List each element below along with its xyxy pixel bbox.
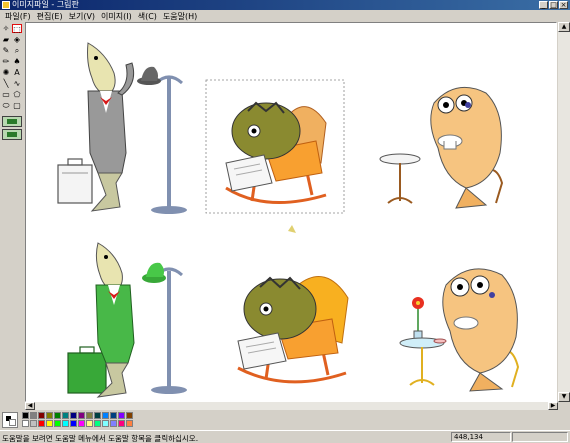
- window-title: 이미지파일 - 그림판: [12, 0, 79, 9]
- text-tool-icon[interactable]: A: [12, 68, 22, 77]
- ellipse-tool-icon[interactable]: ⬭: [1, 101, 11, 110]
- status-bar: 도움말을 보려면 도움말 메뉴에서 도움말 항목을 클릭하십시오. 448,13…: [0, 430, 570, 443]
- menu-bar: 파일(F) 편집(E) 보기(V) 이미지(I) 색(C) 도움말(H): [0, 10, 570, 22]
- window-controls: _ □ ×: [539, 1, 568, 9]
- menu-help[interactable]: 도움말(H): [160, 11, 200, 22]
- menu-file[interactable]: 파일(F): [2, 11, 34, 22]
- rectangle-tool-icon[interactable]: ▭: [1, 90, 11, 99]
- maximize-button[interactable]: □: [549, 1, 558, 9]
- polygon-tool-icon[interactable]: ⬠: [12, 90, 22, 99]
- status-coordinates: 448,134: [451, 432, 511, 442]
- scroll-down-arrow-icon[interactable]: ▼: [558, 392, 570, 402]
- horizontal-scrollbar[interactable]: ◀ ▶: [25, 402, 558, 410]
- tool-option-transparent-on[interactable]: [2, 129, 22, 140]
- pencil-tool-icon[interactable]: ✏: [1, 57, 11, 66]
- palette-swatch[interactable]: [38, 412, 45, 419]
- palette-swatch[interactable]: [70, 412, 77, 419]
- scroll-left-arrow-icon[interactable]: ◀: [25, 402, 35, 410]
- palette-swatch[interactable]: [102, 412, 109, 419]
- toolbox: ✧ ⬚ ▰ ◈ ✎ ⌕ ✏ ♠ ✺ A ╲ ∿ ▭ ⬠ ⬭ ▢: [0, 22, 24, 406]
- coffee-fish-image: [379, 86, 504, 209]
- background-color: [9, 419, 16, 426]
- palette-swatch[interactable]: [22, 412, 29, 419]
- cursor-mark: [288, 225, 296, 233]
- reading-fish-chair-image: [225, 101, 327, 204]
- palette-swatch[interactable]: [126, 412, 133, 419]
- fill-tool-icon[interactable]: ◈: [12, 35, 22, 44]
- palette-swatch[interactable]: [54, 420, 61, 427]
- title-bar: 이미지파일 - 그림판 _ □ ×: [0, 0, 570, 10]
- palette-swatch[interactable]: [110, 420, 117, 427]
- palette-swatch[interactable]: [110, 412, 117, 419]
- palette-swatch[interactable]: [94, 412, 101, 419]
- status-help-text: 도움말을 보려면 도움말 메뉴에서 도움말 항목을 클릭하십시오.: [2, 434, 199, 443]
- palette-swatch[interactable]: [102, 420, 109, 427]
- minimize-button[interactable]: _: [539, 1, 548, 9]
- palette-swatch[interactable]: [78, 412, 85, 419]
- rounded-rect-tool-icon[interactable]: ▢: [12, 101, 22, 110]
- scroll-up-arrow-icon[interactable]: ▲: [558, 22, 570, 32]
- coffee-fish-flower-image: [399, 268, 520, 392]
- vertical-scrollbar[interactable]: ▲ ▼: [558, 22, 570, 402]
- palette-swatch[interactable]: [62, 420, 69, 427]
- palette-swatch[interactable]: [70, 420, 77, 427]
- free-select-tool-icon[interactable]: ✧: [1, 24, 11, 33]
- eraser-tool-icon[interactable]: ▰: [1, 35, 11, 44]
- drawing-canvas[interactable]: [25, 22, 557, 402]
- curve-tool-icon[interactable]: ∿: [12, 79, 22, 88]
- businessman-fish-image: [57, 42, 187, 214]
- rect-select-tool-icon[interactable]: ⬚: [12, 24, 22, 34]
- tool-option-transparent-off[interactable]: [2, 116, 22, 127]
- color-picker-tool-icon[interactable]: ✎: [1, 46, 11, 55]
- palette-swatch[interactable]: [86, 412, 93, 419]
- brush-tool-icon[interactable]: ♠: [12, 57, 22, 66]
- reading-fish-chair-2-image: [237, 276, 349, 384]
- palette-swatch[interactable]: [62, 412, 69, 419]
- palette-swatch[interactable]: [30, 420, 37, 427]
- menu-colors[interactable]: 색(C): [135, 11, 160, 22]
- palette-swatch[interactable]: [126, 420, 133, 427]
- palette-swatch[interactable]: [22, 420, 29, 427]
- palette-swatch[interactable]: [78, 420, 85, 427]
- palette-swatch[interactable]: [30, 412, 37, 419]
- palette-swatch[interactable]: [38, 420, 45, 427]
- status-size: [512, 432, 568, 442]
- palette-swatch[interactable]: [54, 412, 61, 419]
- menu-view[interactable]: 보기(V): [66, 11, 98, 22]
- menu-image[interactable]: 이미지(I): [98, 11, 135, 22]
- scroll-right-arrow-icon[interactable]: ▶: [548, 402, 558, 410]
- line-tool-icon[interactable]: ╲: [1, 79, 11, 88]
- palette-swatch[interactable]: [118, 412, 125, 419]
- airbrush-tool-icon[interactable]: ✺: [1, 68, 11, 77]
- businessman-fish-green-image: [67, 242, 187, 398]
- current-colors-box[interactable]: [2, 412, 18, 428]
- palette-swatch[interactable]: [46, 420, 53, 427]
- menu-edit[interactable]: 편집(E): [34, 11, 66, 22]
- magnifier-tool-icon[interactable]: ⌕: [12, 46, 22, 55]
- palette-swatch[interactable]: [86, 420, 93, 427]
- close-button[interactable]: ×: [559, 1, 568, 9]
- color-palette: [0, 410, 570, 430]
- palette-swatch[interactable]: [118, 420, 125, 427]
- palette-swatch[interactable]: [46, 412, 53, 419]
- palette-swatch[interactable]: [94, 420, 101, 427]
- paint-app-icon: [2, 1, 10, 9]
